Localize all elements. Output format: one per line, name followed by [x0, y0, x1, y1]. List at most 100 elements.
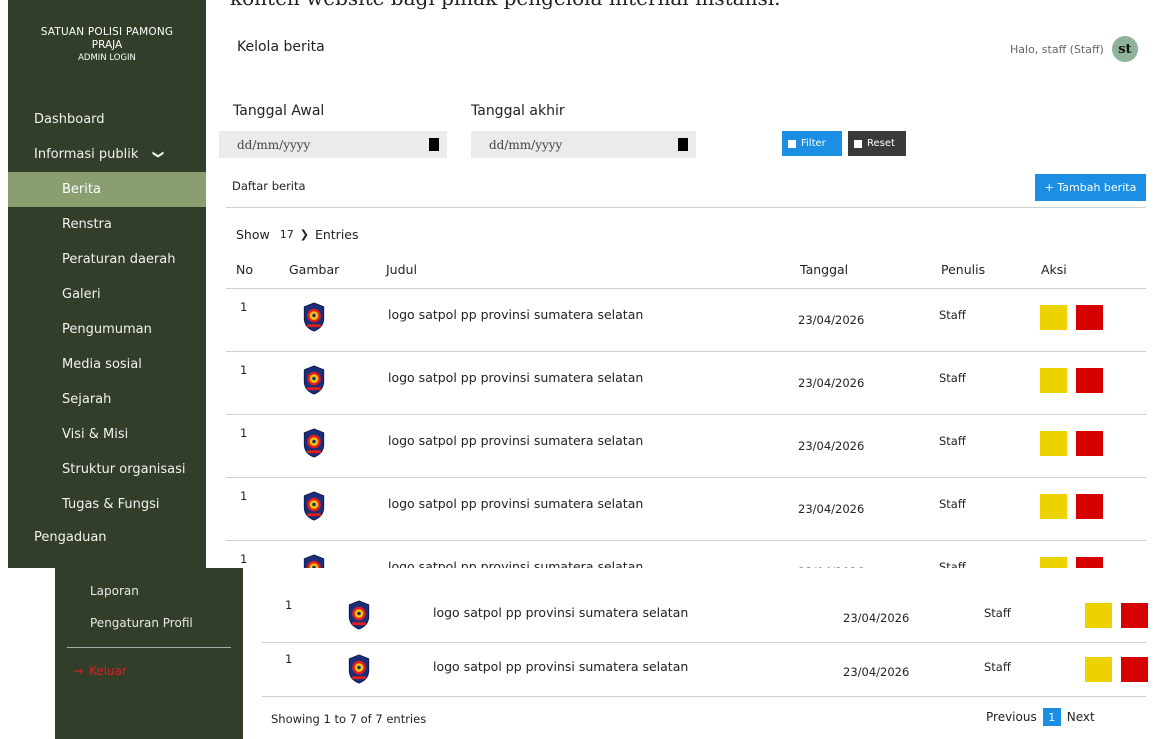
sidebar-item-galeri[interactable]: Galeri — [8, 277, 206, 312]
row-date: 23/04/2026 — [798, 376, 865, 390]
delete-button[interactable] — [1121, 603, 1148, 628]
filter-button[interactable]: Filter — [782, 131, 842, 156]
divider — [226, 414, 1146, 415]
pagination: Previous 1 Next — [986, 708, 1095, 726]
avatar[interactable]: st — [1111, 36, 1138, 62]
divider — [226, 540, 1146, 541]
greeting-text: Halo, staff (Staff) — [1010, 42, 1104, 56]
add-news-button[interactable]: + Tambah berita — [1035, 174, 1146, 201]
sidebar-item-renstra[interactable]: Renstra — [8, 207, 206, 242]
table-info: Showing 1 to 7 of 7 entries — [271, 712, 427, 726]
delete-button[interactable] — [1121, 657, 1148, 682]
brand: SATUAN POLISI PAMONG PRAJA ADMIN LOGIN — [8, 0, 206, 65]
calendar-icon[interactable] — [429, 138, 439, 151]
previous-page-button[interactable]: Previous — [986, 710, 1037, 724]
sidebar-item-dashboard[interactable]: Dashboard — [8, 102, 206, 137]
sidebar-item-label: Struktur organisasi — [62, 462, 186, 477]
edit-button[interactable] — [1085, 603, 1112, 628]
chevron-down-icon[interactable]: ❯ — [152, 150, 165, 159]
satpol-pp-logo-image — [303, 491, 325, 521]
row-title: logo satpol pp provinsi sumatera selatan — [388, 433, 644, 448]
sidebar: SATUAN POLISI PAMONG PRAJA ADMIN LOGIN D… — [8, 0, 206, 568]
sidebar-item-label: Visi & Misi — [62, 427, 129, 442]
divider — [226, 207, 1146, 208]
column-header-penulis: Penulis — [941, 262, 986, 277]
satpol-pp-logo-image — [303, 428, 325, 458]
divider — [226, 477, 1146, 478]
sidebar-item-label: Tugas & Fungsi — [62, 497, 160, 512]
sidebar-item-visi-misi[interactable]: Visi & Misi — [8, 417, 206, 452]
delete-button[interactable] — [1076, 368, 1103, 393]
chevron-down-icon[interactable]: ❯ — [300, 228, 309, 241]
edit-button[interactable] — [1085, 657, 1112, 682]
end-date-input[interactable]: dd/mm/yyyy — [471, 131, 696, 158]
brand-subtitle: ADMIN LOGIN — [78, 53, 136, 63]
sidebar-item-berita[interactable]: Berita — [8, 172, 206, 207]
list-title: Daftar berita — [232, 179, 306, 193]
delete-button[interactable] — [1076, 431, 1103, 456]
row-date: 23/04/2026 — [798, 502, 865, 516]
start-date-input[interactable]: dd/mm/yyyy — [219, 131, 447, 158]
delete-button[interactable] — [1076, 305, 1103, 330]
row-number: 1 — [240, 426, 248, 440]
edit-button[interactable] — [1040, 305, 1067, 330]
sidebar-item-pengumuman[interactable]: Pengumuman — [8, 312, 206, 347]
reset-button[interactable]: Reset — [848, 131, 906, 156]
row-title: logo satpol pp provinsi sumatera selatan — [388, 496, 644, 511]
sidebar-item-label: Pengumuman — [62, 322, 152, 337]
column-header-gambar: Gambar — [289, 262, 340, 277]
edit-button[interactable] — [1040, 431, 1067, 456]
next-page-button[interactable]: Next — [1067, 710, 1095, 724]
column-header-no: No — [236, 262, 253, 277]
calendar-icon[interactable] — [678, 138, 688, 151]
sidebar-item-sejarah[interactable]: Sejarah — [8, 382, 206, 417]
user-greeting: Halo, staff (Staff) st — [1010, 36, 1138, 62]
edit-button[interactable] — [1040, 494, 1067, 519]
sidebar-item-peraturan-daerah[interactable]: Peraturan daerah — [8, 242, 206, 277]
sidebar-item-struktur-organisasi[interactable]: Struktur organisasi — [8, 452, 206, 487]
page-title: Kelola berita — [237, 39, 325, 55]
satpol-pp-logo-image — [348, 600, 370, 630]
sidebar-item-pengaturan-profil[interactable]: Pengaturan Profil — [90, 616, 193, 630]
row-title: logo satpol pp provinsi sumatera selatan — [388, 559, 644, 568]
page-1-button[interactable]: 1 — [1042, 708, 1061, 726]
row-date: 23/04/2026 — [798, 565, 864, 568]
end-date-label: Tanggal akhir — [471, 103, 565, 119]
sidebar-item-label: Informasi publik — [34, 147, 139, 162]
entries-label: Entries — [314, 227, 359, 242]
row-number: 1 — [240, 300, 248, 314]
edit-button[interactable] — [1040, 557, 1067, 568]
row-date: 23/04/2026 — [843, 665, 910, 679]
column-header-tanggal: Tanggal — [800, 262, 849, 277]
reset-icon — [854, 139, 862, 148]
entries-selector[interactable]: Show 17 ❯ Entries — [236, 227, 359, 242]
column-header-judul: Judul — [386, 262, 417, 277]
satpol-pp-logo-image — [303, 365, 325, 395]
sidebar-item-label: Berita — [62, 182, 101, 197]
table-row: 1 logo satpol pp provinsi sumatera selata… — [0, 546, 1146, 568]
row-author: Staff — [984, 660, 1011, 674]
satpol-pp-logo-image — [348, 654, 370, 684]
delete-button[interactable] — [1076, 494, 1103, 519]
row-number: 1 — [240, 489, 248, 503]
sidebar-item-label: Peraturan daerah — [62, 252, 176, 267]
sidebar-item-tugas-fungsi[interactable]: Tugas & Fungsi — [8, 487, 206, 522]
divider — [226, 288, 1146, 289]
sidebar-item-laporan[interactable]: Laporan — [90, 584, 139, 598]
row-author: Staff — [939, 560, 966, 568]
divider — [262, 696, 1146, 697]
delete-button[interactable] — [1076, 557, 1103, 568]
sidebar-bottom: Laporan Pengaturan Profil → Keluar — [55, 568, 243, 739]
column-header-aksi: Aksi — [1041, 262, 1067, 277]
row-author: Staff — [939, 371, 966, 385]
sidebar-item-informasi-publik[interactable]: Informasi publik ❯ — [8, 137, 206, 172]
row-author: Staff — [939, 434, 966, 448]
arrow-right-icon: → — [73, 664, 84, 678]
brand-line-2: PRAJA — [91, 39, 123, 51]
logout-button[interactable]: → Keluar — [73, 664, 127, 678]
row-date: 23/04/2026 — [798, 313, 865, 327]
page: konten website bagi pihak pengelola inte… — [0, 0, 1174, 739]
sidebar-item-media-sosial[interactable]: Media sosial — [8, 347, 206, 382]
edit-button[interactable] — [1040, 368, 1067, 393]
entries-count: 17 — [279, 228, 294, 241]
